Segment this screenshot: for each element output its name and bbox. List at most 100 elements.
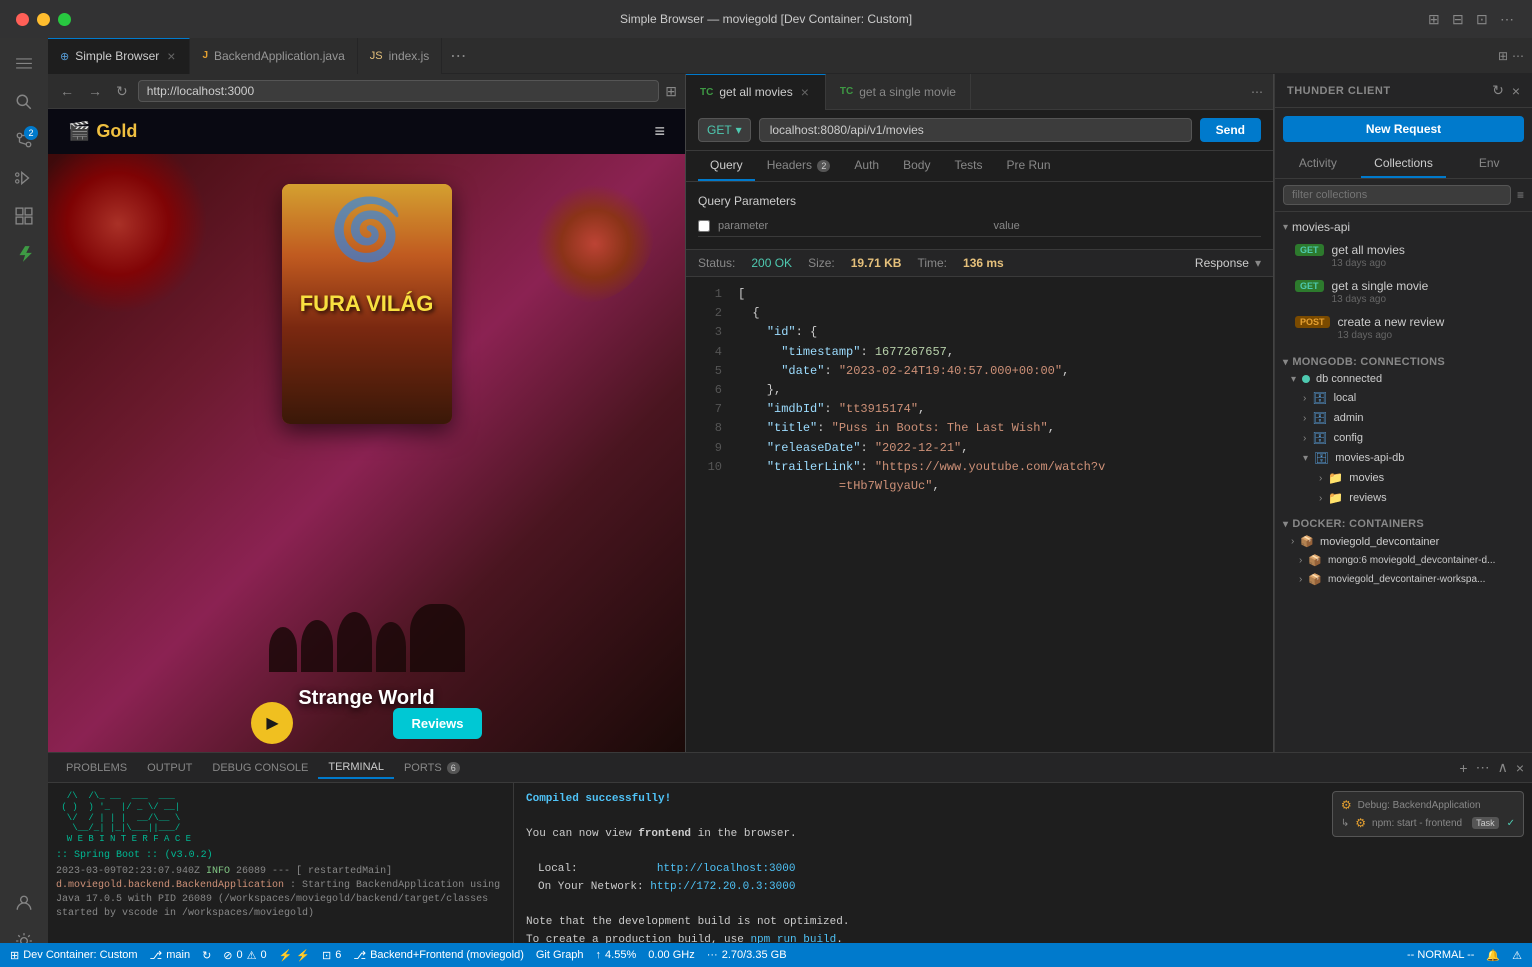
maximize-panel-icon[interactable]: ∧ [1498,759,1508,776]
status-ports[interactable]: ⊡ 6 [322,949,341,962]
cpu-percentage: 4.55% [605,949,636,961]
db-item-config[interactable]: › 🗄 config [1275,428,1532,448]
status-vim[interactable]: -- NORMAL -- [1407,949,1474,961]
status-errors[interactable]: ⊘ 0 ⚠ 0 [223,949,266,962]
split-terminal-icon[interactable]: ⋯ [1476,759,1490,776]
refresh-button[interactable]: ↻ [112,81,132,102]
db-item-movies-collection[interactable]: › 📁 movies [1275,468,1532,488]
http-tab-get-single-movie[interactable]: TC get a single movie [826,74,971,110]
status-git-graph[interactable]: Git Graph [536,949,584,961]
method-label: GET [707,123,732,137]
new-request-button[interactable]: New Request [1283,116,1524,142]
open-external-icon[interactable]: ⊞ [665,83,677,100]
status-warning-bell[interactable]: ⚠ [1512,949,1522,962]
cpu-freq-label: 0.00 GHz [648,949,694,961]
url-input-http[interactable] [759,118,1192,142]
hamburger-menu[interactable]: ≡ [654,121,665,142]
maximize-button[interactable] [58,13,71,26]
db-item-movies-api-db[interactable]: ▾ 🗄 movies-api-db [1275,448,1532,468]
http-tab-overflow[interactable]: ⋯ [1241,85,1273,99]
tab-index-js-label: index.js [389,49,430,63]
query-checkbox-all[interactable] [698,220,710,232]
panel-tab-problems[interactable]: PROBLEMS [56,758,137,778]
tab-pre-run[interactable]: Pre Run [994,151,1062,181]
activity-source-control[interactable]: 2 [6,122,42,158]
term-line-empty-2 [526,844,1520,862]
tab-collections[interactable]: Collections [1361,150,1447,178]
http-tab-get-all-movies[interactable]: TC get all movies × [686,74,826,110]
tab-activity[interactable]: Activity [1275,150,1361,178]
tab-index-js[interactable]: JS index.js [358,38,443,74]
tab-backend-java[interactable]: J BackendApplication.java [190,38,357,74]
tab-env[interactable]: Env [1446,150,1532,178]
collection-header-movies-api[interactable]: ▾ movies-api [1275,216,1532,238]
status-remote[interactable]: ⚡ ⚡ [279,949,310,962]
layout-icon[interactable]: ⊟ [1452,11,1468,27]
db-item-local[interactable]: › 🗄 local [1275,388,1532,408]
collection-item-get-single-movie[interactable]: GET get a single movie 13 days ago [1275,274,1532,310]
db-item-admin[interactable]: › 🗄 admin [1275,408,1532,428]
json-viewer[interactable]: 1 [ 2 { 3 "id": { [686,277,1273,752]
tab-query[interactable]: Query [698,151,755,181]
back-button[interactable]: ← [56,81,78,101]
response-chevron-icon[interactable]: ▾ [1255,256,1261,270]
panel-tab-output[interactable]: OUTPUT [137,758,202,778]
panel-tab-terminal[interactable]: TERMINAL [318,757,394,779]
thunder-refresh-icon[interactable]: ↻ [1492,82,1504,99]
docker-item-devcontainer[interactable]: › 📦 moviegold_devcontainer [1275,532,1532,551]
tab-overflow-menu[interactable]: ⋯ [442,46,474,66]
split-horizontal-icon[interactable]: ⊞ [1498,49,1508,63]
tab-headers[interactable]: Headers 2 [755,151,843,181]
terminal-right[interactable]: Compiled successfully! You can now view … [514,783,1532,967]
tab-tests[interactable]: Tests [942,151,994,181]
status-sync[interactable]: ↻ [202,949,211,962]
add-terminal-icon[interactable]: + [1459,760,1467,776]
docker-item-mongo[interactable]: › 📦 mongo:6 moviegold_devcontainer-d... [1275,551,1532,570]
status-cpu[interactable]: ↑ 4.55% [596,949,637,961]
panel-tab-debug[interactable]: DEBUG CONSOLE [202,758,318,778]
collection-item-post-review[interactable]: POST create a new review 13 days ago [1275,310,1532,346]
status-notification[interactable]: 🔔 [1486,949,1500,962]
activity-accounts[interactable] [6,885,42,921]
thunder-close-icon[interactable]: × [1512,83,1520,99]
status-memory[interactable]: ··· 2.70/3.35 GB [707,949,787,961]
collection-item-get-all-movies[interactable]: GET get all movies 13 days ago [1275,238,1532,274]
filter-input[interactable] [1283,185,1511,205]
close-button[interactable] [16,13,29,26]
tab-close-browser[interactable]: × [165,48,177,64]
panel-tab-ports[interactable]: PORTS 6 [394,758,470,778]
status-backend-frontend[interactable]: ⎇ Backend+Frontend (moviegold) [353,949,523,962]
terminal-left[interactable]: /\ /\_ __ ___ ___ ( ) ) '_ |/ _ \/ __| \… [48,783,514,967]
activity-thunder[interactable] [6,236,42,272]
url-input[interactable] [138,80,660,102]
activity-explorer[interactable] [6,46,42,82]
status-container[interactable]: ⊞ Dev Container: Custom [10,949,138,962]
tab-body[interactable]: Body [891,151,942,181]
forward-button[interactable]: → [84,81,106,101]
send-button[interactable]: Send [1200,118,1261,142]
activity-extensions[interactable] [6,198,42,234]
docker-item-workspace[interactable]: › 📦 moviegold_devcontainer-workspa... [1275,570,1532,589]
activity-search[interactable] [6,84,42,120]
reviews-button[interactable]: Reviews [393,708,481,739]
db-config-label: config [1334,432,1363,444]
hero-bg: 🌀 FURA VILÁG [48,154,685,752]
tab-auth[interactable]: Auth [842,151,891,181]
db-item-connected[interactable]: ▾ db connected [1275,370,1532,388]
http-tab-close-1[interactable]: × [799,84,811,100]
docker-chevron-icon: ▾ [1283,519,1288,530]
play-button[interactable]: ▶ [251,702,293,744]
split-editor-icon[interactable]: ⊞ [1428,11,1444,27]
close-panel-icon[interactable]: × [1516,760,1524,776]
customize-layout-icon[interactable]: ⊡ [1476,11,1492,27]
activity-run-debug[interactable] [6,160,42,196]
minimize-button[interactable] [37,13,50,26]
tab-simple-browser[interactable]: ⊕ Simple Browser × [48,38,190,74]
filter-menu-icon[interactable]: ≡ [1517,188,1524,202]
more-actions-icon[interactable]: ⋯ [1500,11,1516,27]
status-freq[interactable]: 0.00 GHz [648,949,694,961]
db-item-reviews-collection[interactable]: › 📁 reviews [1275,488,1532,508]
overflow-dots-icon[interactable]: ⋯ [1512,49,1524,63]
method-select[interactable]: GET ▾ [698,118,751,142]
status-branch[interactable]: ⎇ main [150,949,191,962]
